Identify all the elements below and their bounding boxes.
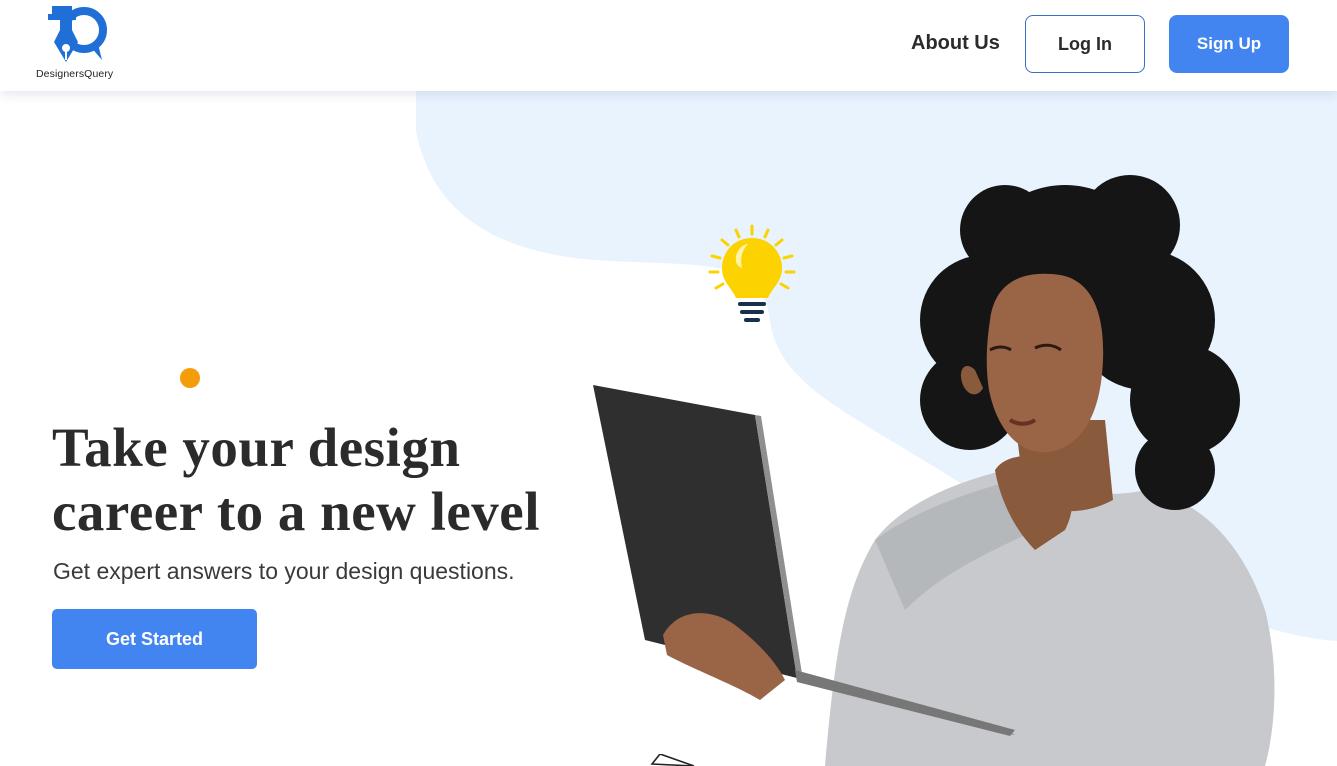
hero-headline: Take your design career to a new level — [52, 417, 540, 542]
decorative-dot — [180, 368, 200, 388]
hero-subtext: Get expert answers to your design questi… — [53, 558, 515, 584]
lightbulb-icon — [708, 224, 796, 322]
logo-text: DesignersQuery — [36, 68, 114, 80]
site-header: DesignersQuery About Us Log In Sign Up — [0, 0, 1337, 91]
logo-icon — [48, 6, 107, 62]
login-button[interactable]: Log In — [1025, 15, 1145, 73]
signup-button[interactable]: Sign Up — [1169, 15, 1289, 73]
woman-with-laptop-image — [593, 175, 1275, 766]
logo[interactable]: DesignersQuery — [36, 4, 116, 84]
get-started-button[interactable]: Get Started — [52, 609, 257, 669]
nav-about-us[interactable]: About Us — [911, 32, 1000, 55]
